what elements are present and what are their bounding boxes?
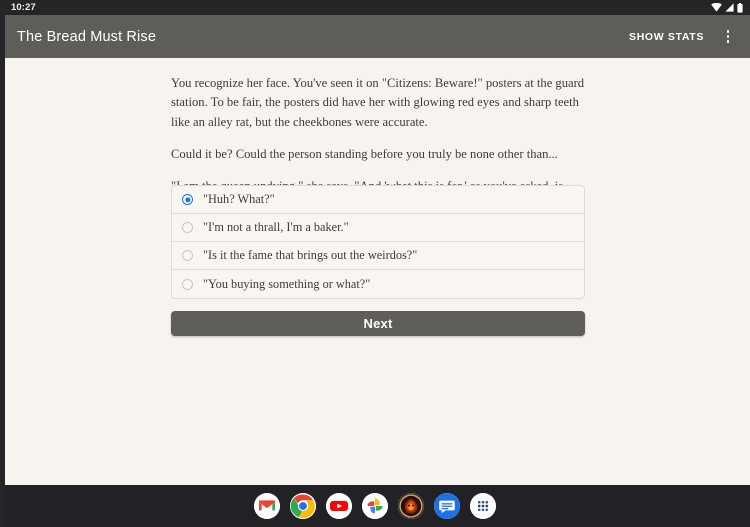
choice-list: "Huh? What?" "I'm not a thrall, I'm a ba… [171,185,585,299]
status-bar: 10:27 [0,0,750,15]
battery-icon [737,2,743,13]
show-stats-button[interactable]: SHOW STATS [621,24,712,50]
status-bar-clock: 10:27 [11,2,36,13]
choice-option[interactable]: "You buying something or what?" [172,270,584,298]
android-dock [0,485,750,527]
choice-option[interactable]: "I'm not a thrall, I'm a baker." [172,214,584,242]
messages-icon[interactable] [434,493,460,519]
radio-button-icon[interactable] [182,278,193,290]
story-content-area: You recognize her face. You've seen it o… [5,58,750,485]
choice-label: "Is it the fame that brings out the weir… [203,248,418,262]
chrome-icon[interactable] [290,493,316,519]
story-paragraph: You recognize her face. You've seen it o… [171,76,585,129]
page-title: The Bread Must Rise [17,28,157,45]
gmail-icon[interactable] [254,493,280,519]
google-photos-icon[interactable] [362,493,388,519]
choice-option[interactable]: "Is it the fame that brings out the weir… [172,242,584,270]
overflow-dot [726,40,730,43]
next-button[interactable]: Next [171,311,585,336]
overflow-dot [726,35,730,38]
status-bar-icons [711,2,743,13]
story-paragraph: Could it be? Could the person standing b… [171,146,558,161]
app-drawer-icon[interactable] [470,493,496,519]
radio-button-icon[interactable] [182,222,193,233]
radio-button-icon[interactable] [182,250,193,261]
overflow-menu-icon[interactable] [716,21,740,53]
game-app-icon[interactable] [398,493,424,519]
choice-label: "I'm not a thrall, I'm a baker." [203,220,349,234]
choice-label: "You buying something or what?" [203,276,371,291]
choice-option[interactable]: "Huh? What?" [172,186,584,214]
overflow-dot [726,30,730,33]
cell-signal-icon [725,3,734,12]
app-bar-actions: SHOW STATS [621,21,740,53]
youtube-icon[interactable] [326,493,352,519]
app-bar: The Bread Must Rise SHOW STATS [5,15,750,58]
radio-button-icon[interactable] [182,194,193,205]
screen-left-edge-strip [0,0,5,527]
wifi-icon [711,3,722,12]
choice-label: "Huh? What?" [203,192,275,206]
